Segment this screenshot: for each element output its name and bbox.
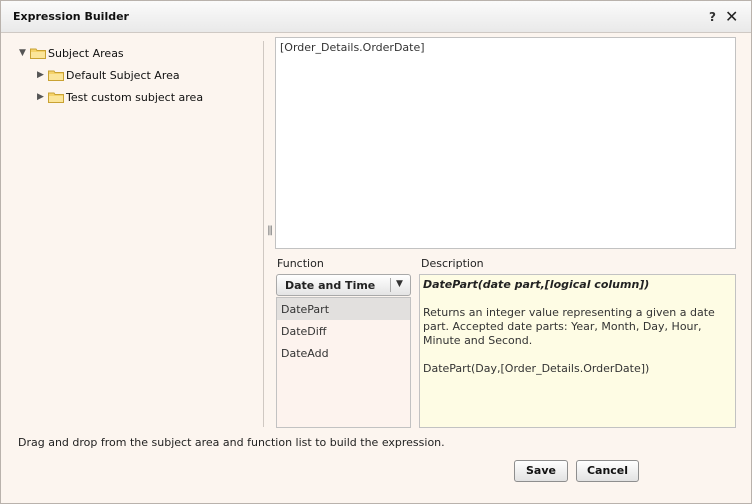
tree-item-label: Default Subject Area bbox=[66, 68, 180, 82]
function-category-dropdown[interactable]: Date and Time ▼ bbox=[276, 274, 411, 296]
tree-item-subject-areas[interactable]: ▼ Subject Areas bbox=[19, 44, 124, 62]
expression-builder-dialog: Expression Builder ? ✕ ▼ Subject Areas ▶… bbox=[0, 0, 752, 504]
footer-hint: Drag and drop from the subject area and … bbox=[18, 436, 445, 449]
tree-item-test-custom-subject-area[interactable]: ▶ Test custom subject area bbox=[37, 88, 203, 106]
function-example: DatePart(Day,[Order_Details.OrderDate]) bbox=[423, 362, 650, 375]
function-item-dateadd[interactable]: DateAdd bbox=[277, 342, 410, 364]
description-panel: DatePart(date part,[logical column]) Ret… bbox=[419, 274, 736, 428]
tree-item-label: Test custom subject area bbox=[66, 90, 204, 104]
expand-triangle-icon[interactable]: ▶ bbox=[37, 92, 47, 102]
save-button[interactable]: Save bbox=[514, 460, 568, 482]
folder-icon bbox=[30, 47, 46, 59]
dialog-title: Expression Builder bbox=[13, 10, 129, 23]
function-item-datepart[interactable]: DatePart bbox=[277, 298, 410, 320]
expression-editor[interactable]: [Order_Details.OrderDate] bbox=[275, 37, 736, 249]
expand-triangle-icon[interactable]: ▶ bbox=[37, 70, 47, 80]
function-list: DatePart DateDiff DateAdd bbox=[276, 297, 411, 428]
cancel-button[interactable]: Cancel bbox=[576, 460, 639, 482]
function-label: Function bbox=[277, 257, 324, 270]
description-label: Description bbox=[421, 257, 484, 270]
tree-item-default-subject-area[interactable]: ▶ Default Subject Area bbox=[37, 66, 180, 84]
folder-icon bbox=[48, 69, 64, 81]
chevron-down-icon[interactable]: ▼ bbox=[396, 279, 403, 289]
function-item-datediff[interactable]: DateDiff bbox=[277, 320, 410, 342]
dropdown-separator bbox=[390, 278, 391, 292]
function-category-value: Date and Time bbox=[285, 279, 376, 292]
title-bar: Expression Builder ? ✕ bbox=[1, 1, 751, 33]
close-icon[interactable]: ✕ bbox=[725, 7, 738, 26]
collapse-triangle-icon[interactable]: ▼ bbox=[19, 48, 29, 58]
function-signature: DatePart(date part,[logical column]) bbox=[423, 278, 650, 291]
pane-splitter[interactable] bbox=[263, 41, 264, 427]
splitter-grip-icon[interactable]: ||| bbox=[267, 225, 273, 236]
tree-item-label: Subject Areas bbox=[48, 46, 124, 60]
folder-icon bbox=[48, 91, 64, 103]
help-icon[interactable]: ? bbox=[709, 10, 716, 24]
function-description: Returns an integer value representing a … bbox=[423, 306, 715, 347]
